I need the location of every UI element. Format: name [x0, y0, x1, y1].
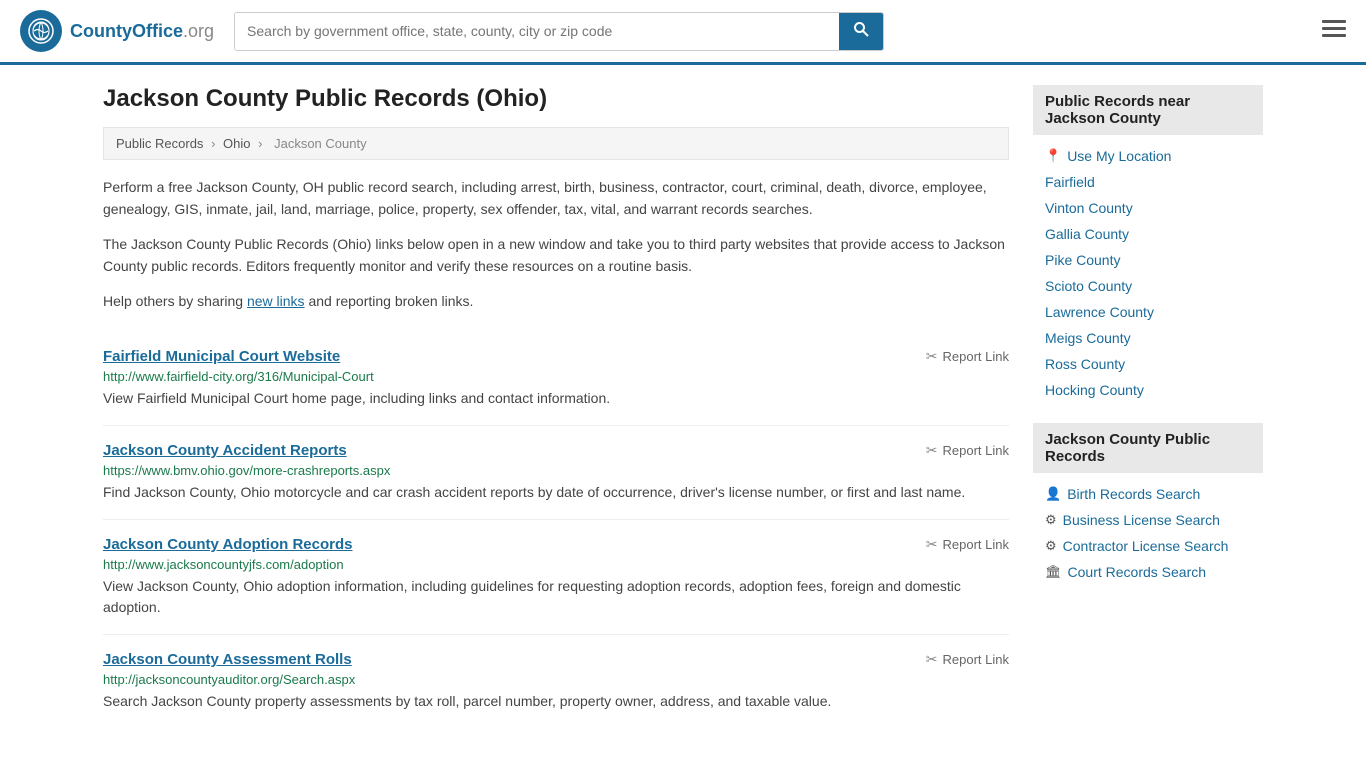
nearby-title: Public Records near Jackson County — [1033, 85, 1263, 135]
breadcrumb-current: Jackson County — [274, 136, 367, 151]
page-title: Jackson County Public Records (Ohio) — [103, 85, 1009, 113]
record-url-0[interactable]: http://www.fairfield-city.org/316/Munici… — [103, 369, 1009, 384]
nearby-label-2: Vinton County — [1045, 200, 1133, 216]
records-section: Jackson County Public Records 👤 Birth Rec… — [1033, 423, 1263, 585]
record-item: Jackson County Accident Reports ✂ Report… — [103, 426, 1009, 520]
records-list: Fairfield Municipal Court Website ✂ Repo… — [103, 332, 1009, 728]
nearby-label-6: Lawrence County — [1045, 304, 1154, 320]
report-link-1[interactable]: ✂ Report Link — [926, 442, 1009, 459]
nearby-label-0: Use My Location — [1067, 148, 1171, 164]
report-icon-2: ✂ — [926, 536, 938, 553]
report-link-2[interactable]: ✂ Report Link — [926, 536, 1009, 553]
breadcrumb-public-records[interactable]: Public Records — [116, 136, 203, 151]
nearby-label-3: Gallia County — [1045, 226, 1129, 242]
nearby-section: Public Records near Jackson County 📍 Use … — [1033, 85, 1263, 403]
logo-text: CountyOffice.org — [70, 21, 214, 42]
nearby-item-2[interactable]: Vinton County — [1033, 195, 1263, 221]
content-area: Jackson County Public Records (Ohio) Pub… — [103, 85, 1009, 728]
sidebar-record-item-2[interactable]: ⚙ Contractor License Search — [1033, 533, 1263, 559]
sidebar-record-label-2: Contractor License Search — [1063, 538, 1229, 554]
sidebar-record-icon-3: 🏛 — [1045, 564, 1062, 580]
description-links: Help others by sharing new links and rep… — [103, 290, 1009, 312]
records-section-title: Jackson County Public Records — [1033, 423, 1263, 473]
description-secondary: The Jackson County Public Records (Ohio)… — [103, 233, 1009, 278]
nearby-item-4[interactable]: Pike County — [1033, 247, 1263, 273]
report-icon-3: ✂ — [926, 651, 938, 668]
search-bar[interactable] — [234, 12, 884, 51]
record-url-3[interactable]: http://jacksoncountyauditor.org/Search.a… — [103, 672, 1009, 687]
nearby-label-8: Ross County — [1045, 356, 1125, 372]
header: CountyOffice.org — [0, 0, 1366, 65]
nearby-item-0[interactable]: 📍 Use My Location — [1033, 143, 1263, 169]
nearby-item-1[interactable]: Fairfield — [1033, 169, 1263, 195]
logo-icon — [20, 10, 62, 52]
record-title-0[interactable]: Fairfield Municipal Court Website — [103, 348, 340, 365]
record-desc-3: Search Jackson County property assessmen… — [103, 691, 1009, 712]
search-input[interactable] — [235, 13, 839, 50]
search-button[interactable] — [839, 13, 883, 50]
record-url-2[interactable]: http://www.jacksoncountyjfs.com/adoption — [103, 557, 1009, 572]
sidebar-record-item-1[interactable]: ⚙ Business License Search — [1033, 507, 1263, 533]
nearby-label-5: Scioto County — [1045, 278, 1132, 294]
breadcrumb-ohio[interactable]: Ohio — [223, 136, 250, 151]
nearby-item-9[interactable]: Hocking County — [1033, 377, 1263, 403]
breadcrumb: Public Records › Ohio › Jackson County — [103, 127, 1009, 160]
record-desc-0: View Fairfield Municipal Court home page… — [103, 388, 1009, 409]
record-item: Fairfield Municipal Court Website ✂ Repo… — [103, 332, 1009, 426]
new-links-link[interactable]: new links — [247, 293, 305, 309]
nearby-label-4: Pike County — [1045, 252, 1120, 268]
sidebar-record-item-0[interactable]: 👤 Birth Records Search — [1033, 481, 1263, 507]
sidebar-record-item-3[interactable]: 🏛 Court Records Search — [1033, 559, 1263, 585]
nearby-item-6[interactable]: Lawrence County — [1033, 299, 1263, 325]
report-icon-1: ✂ — [926, 442, 938, 459]
sidebar-record-icon-0: 👤 — [1045, 486, 1061, 502]
sidebar-record-icon-1: ⚙ — [1045, 512, 1057, 528]
nearby-label-1: Fairfield — [1045, 174, 1095, 190]
nearby-icon-0: 📍 — [1045, 148, 1061, 164]
record-url-1[interactable]: https://www.bmv.ohio.gov/more-crashrepor… — [103, 463, 1009, 478]
nearby-label-9: Hocking County — [1045, 382, 1144, 398]
nearby-item-7[interactable]: Meigs County — [1033, 325, 1263, 351]
record-desc-1: Find Jackson County, Ohio motorcycle and… — [103, 482, 1009, 503]
record-desc-2: View Jackson County, Ohio adoption infor… — [103, 576, 1009, 618]
nearby-item-5[interactable]: Scioto County — [1033, 273, 1263, 299]
record-title-1[interactable]: Jackson County Accident Reports — [103, 442, 347, 459]
sidebar-record-label-0: Birth Records Search — [1067, 486, 1200, 502]
sidebar-record-icon-2: ⚙ — [1045, 538, 1057, 554]
nearby-label-7: Meigs County — [1045, 330, 1131, 346]
nearby-item-3[interactable]: Gallia County — [1033, 221, 1263, 247]
description-main: Perform a free Jackson County, OH public… — [103, 176, 1009, 221]
record-item: Jackson County Adoption Records ✂ Report… — [103, 520, 1009, 635]
record-title-3[interactable]: Jackson County Assessment Rolls — [103, 651, 352, 668]
report-link-0[interactable]: ✂ Report Link — [926, 348, 1009, 365]
report-link-3[interactable]: ✂ Report Link — [926, 651, 1009, 668]
record-title-2[interactable]: Jackson County Adoption Records — [103, 536, 352, 553]
sidebar-record-label-3: Court Records Search — [1068, 564, 1207, 580]
nearby-item-8[interactable]: Ross County — [1033, 351, 1263, 377]
report-icon-0: ✂ — [926, 348, 938, 365]
main-container: Jackson County Public Records (Ohio) Pub… — [83, 65, 1283, 748]
sidebar-record-label-1: Business License Search — [1063, 512, 1220, 528]
record-item: Jackson County Assessment Rolls ✂ Report… — [103, 635, 1009, 728]
sidebar: Public Records near Jackson County 📍 Use … — [1033, 85, 1263, 728]
logo[interactable]: CountyOffice.org — [20, 10, 214, 52]
menu-icon[interactable] — [1322, 18, 1346, 44]
